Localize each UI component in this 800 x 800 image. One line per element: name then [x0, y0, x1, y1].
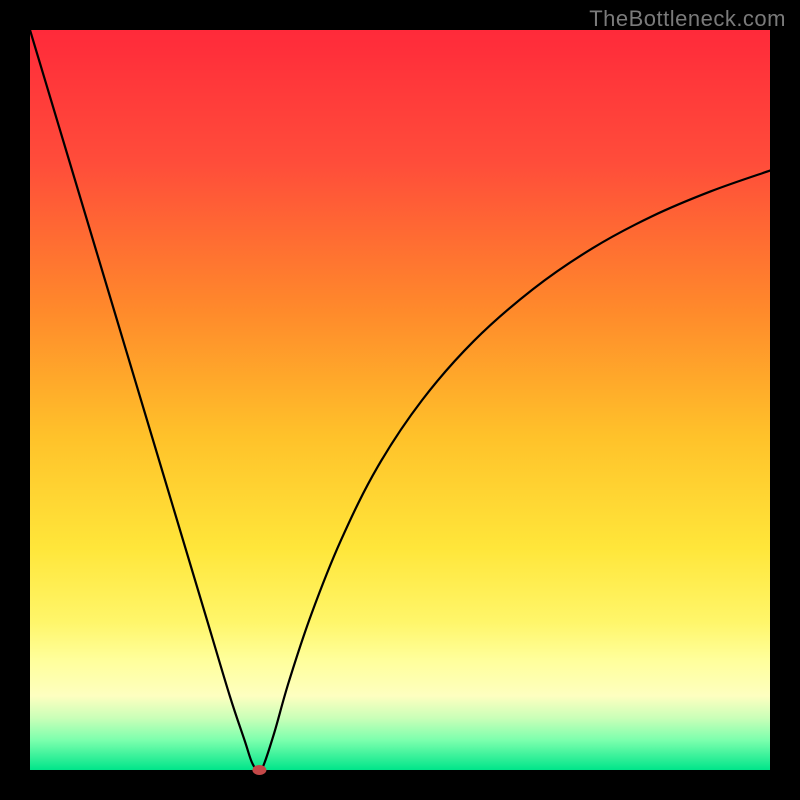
- minimum-marker: [252, 765, 266, 775]
- chart-frame: TheBottleneck.com: [0, 0, 800, 800]
- bottleneck-chart: [0, 0, 800, 800]
- watermark-text: TheBottleneck.com: [589, 6, 786, 32]
